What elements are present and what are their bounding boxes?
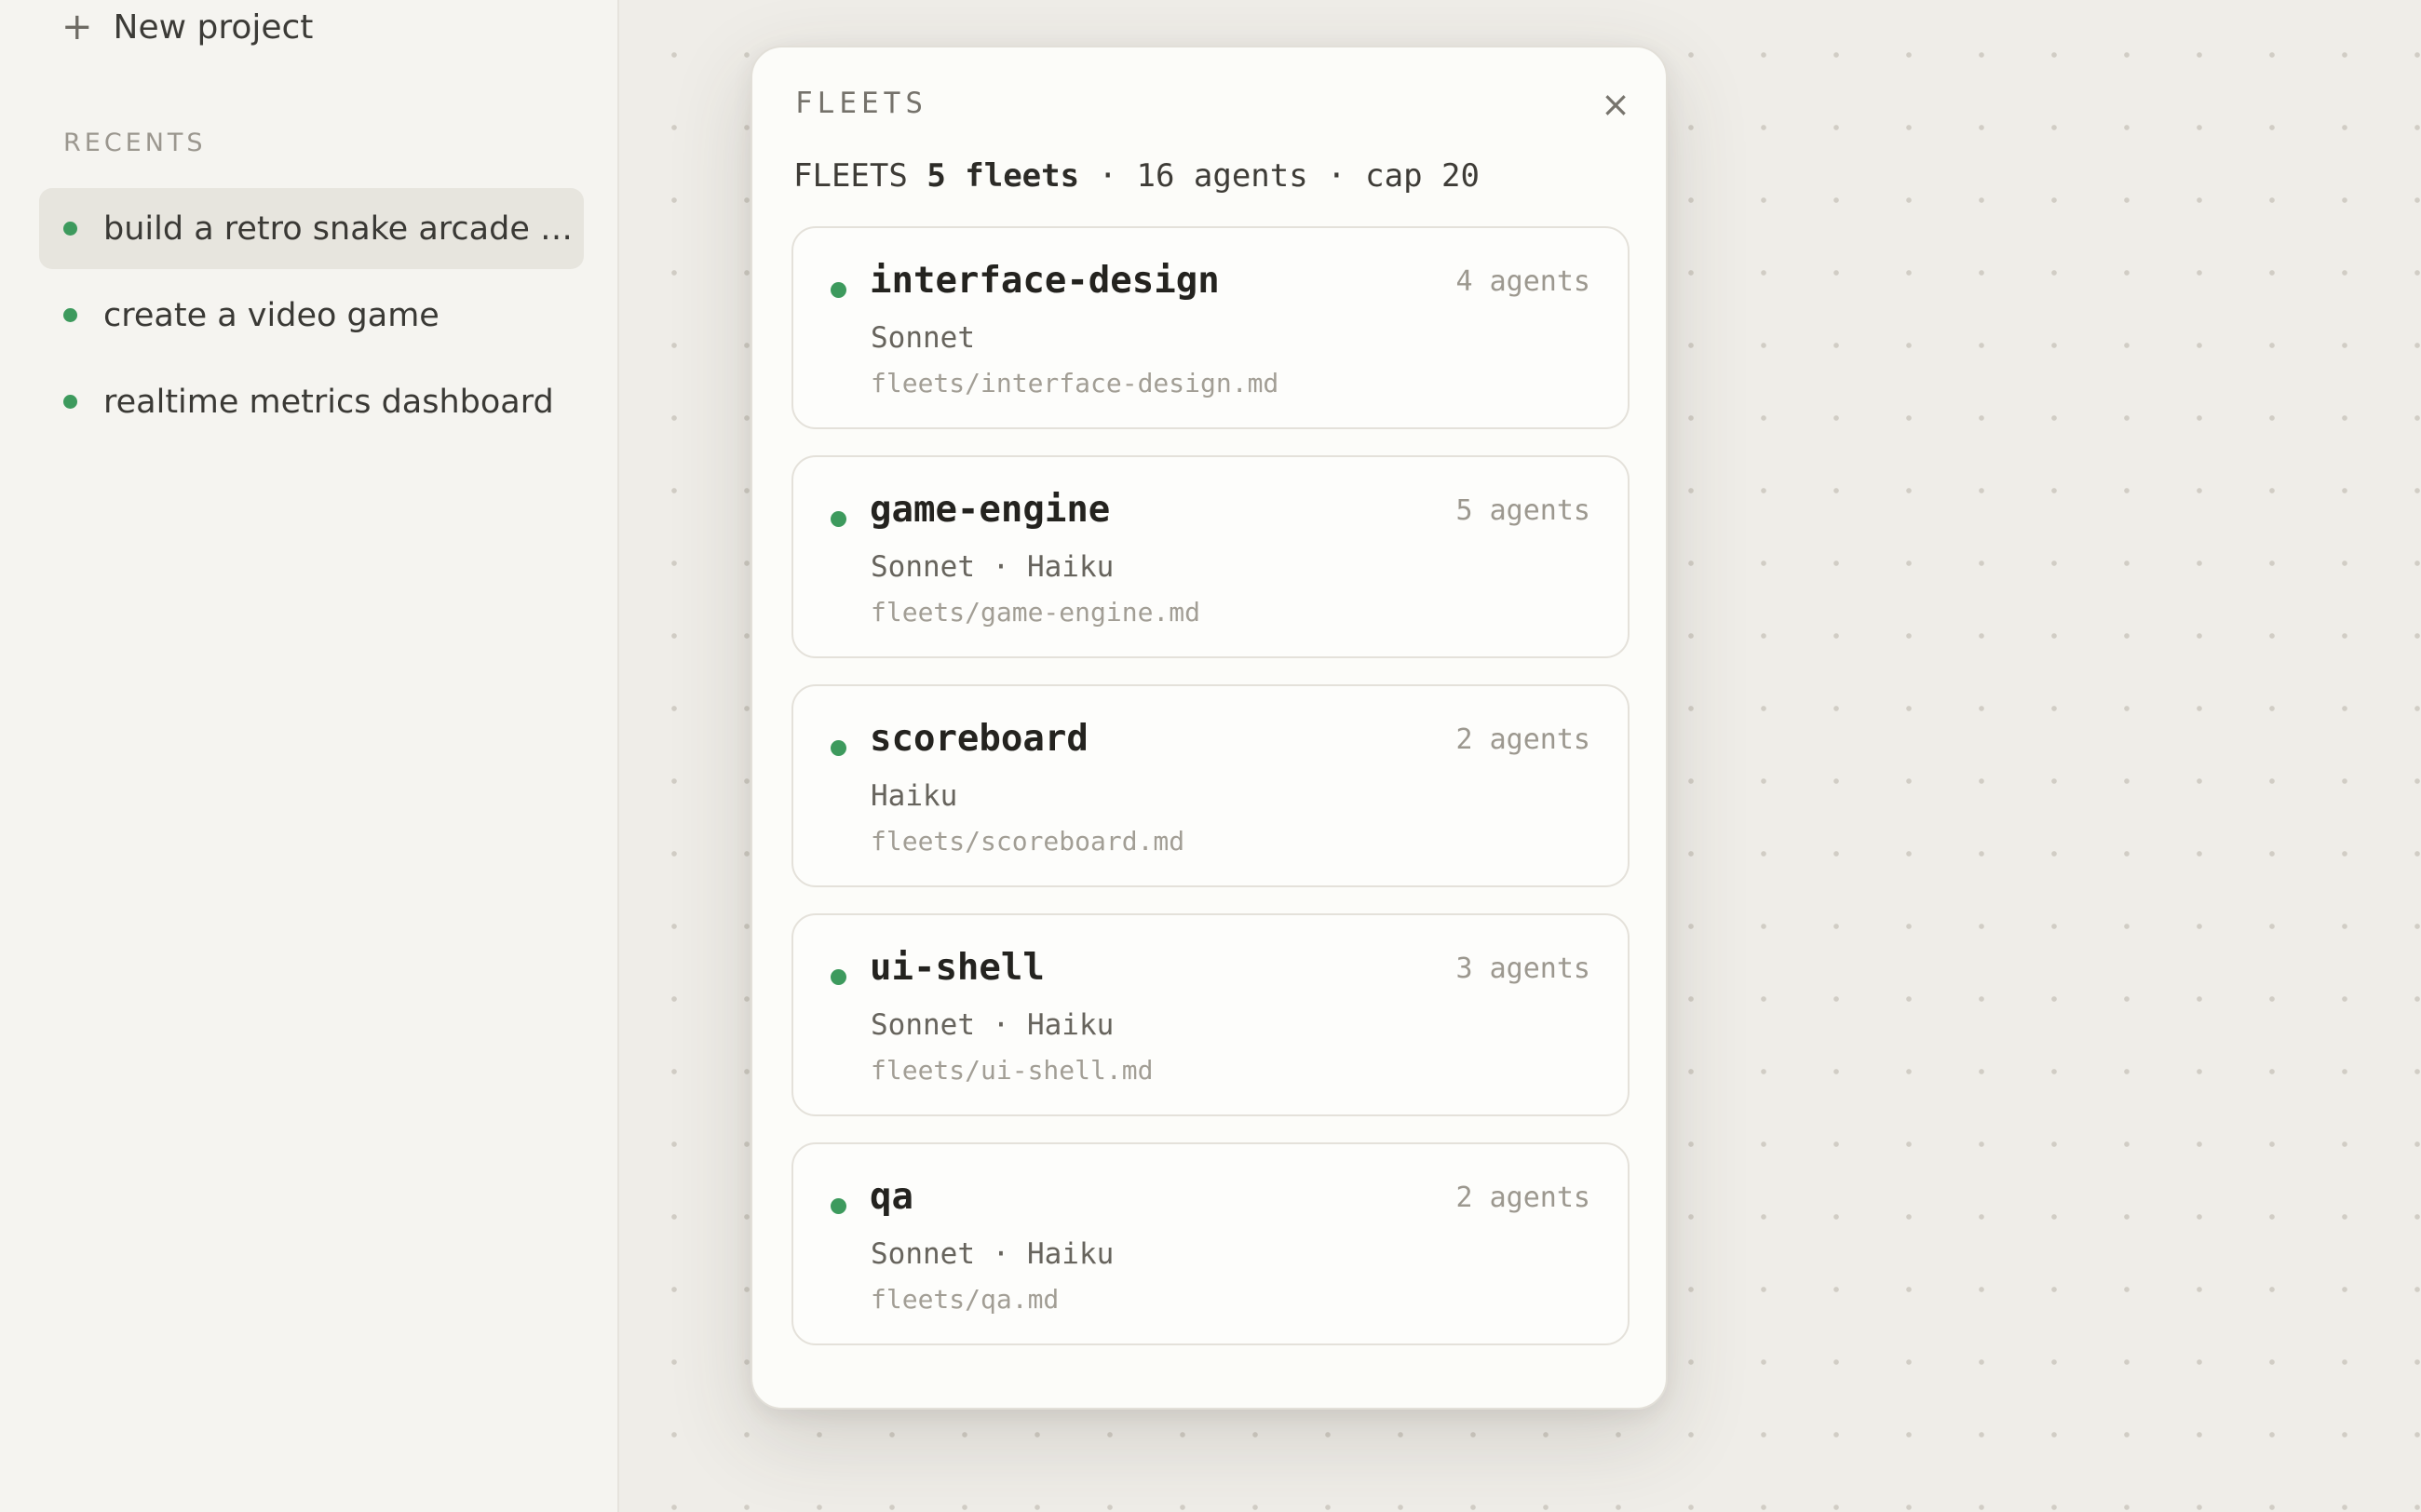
fleet-agent-count: 5 agents <box>1455 494 1591 527</box>
new-project-label: New project <box>113 7 314 47</box>
status-dot-icon <box>831 282 846 298</box>
fleet-path: fleets/qa.md <box>871 1284 1060 1315</box>
recent-item-label: realtime metrics dashboard <box>103 383 554 421</box>
recent-item[interactable]: create a video game <box>39 275 584 356</box>
recent-item[interactable]: realtime metrics dashboard <box>39 361 584 442</box>
status-dot-icon <box>63 395 77 409</box>
fleet-card[interactable]: ui-shell 3 agents Sonnet · Haiku fleets/… <box>791 913 1630 1116</box>
fleet-models: Haiku <box>871 779 958 813</box>
fleet-agent-count: 3 agents <box>1455 952 1591 985</box>
summary-fleet-count: 5 fleets <box>926 157 1080 195</box>
fleet-card[interactable]: scoreboard 2 agents Haiku fleets/scorebo… <box>791 684 1630 887</box>
fleet-models: Sonnet <box>871 321 975 355</box>
recent-item[interactable]: build a retro snake arcade g... <box>39 188 584 269</box>
fleets-summary: FLEETS 5 fleets · 16 agents · cap 20 <box>793 157 1480 195</box>
fleet-name: scoreboard <box>870 718 1089 760</box>
fleet-name: game-engine <box>870 489 1111 531</box>
fleet-models: Sonnet · Haiku <box>871 1237 1115 1271</box>
plus-icon: + <box>61 6 93 48</box>
status-dot-icon <box>63 308 77 322</box>
fleet-path: fleets/scoreboard.md <box>871 826 1185 857</box>
status-dot-icon <box>831 1198 846 1214</box>
status-dot-icon <box>63 222 77 236</box>
close-icon[interactable]: × <box>1601 87 1630 122</box>
fleet-card[interactable]: game-engine 5 agents Sonnet · Haiku flee… <box>791 455 1630 658</box>
fleets-modal: FLEETS × FLEETS 5 fleets · 16 agents · c… <box>751 46 1668 1410</box>
recents-list: build a retro snake arcade g... create a… <box>39 188 584 448</box>
recent-item-label: build a retro snake arcade g... <box>103 209 584 248</box>
fleet-agent-count: 2 agents <box>1455 723 1591 756</box>
recents-heading: RECENTS <box>63 128 207 157</box>
recent-item-label: create a video game <box>103 296 440 334</box>
fleet-name: interface-design <box>870 260 1220 302</box>
fleet-agent-count: 4 agents <box>1455 265 1591 298</box>
fleet-models: Sonnet · Haiku <box>871 1008 1115 1042</box>
fleet-agent-count: 2 agents <box>1455 1181 1591 1214</box>
status-dot-icon <box>831 511 846 527</box>
modal-title: FLEETS <box>795 87 927 120</box>
new-project-button[interactable]: + New project <box>61 0 313 54</box>
fleet-name: ui-shell <box>870 947 1045 989</box>
fleet-name: qa <box>870 1176 913 1218</box>
summary-details: · 16 agents · cap 20 <box>1079 157 1480 195</box>
fleet-path: fleets/game-engine.md <box>871 597 1201 628</box>
fleet-path: fleets/ui-shell.md <box>871 1055 1154 1086</box>
status-dot-icon <box>831 969 846 985</box>
summary-prefix: FLEETS <box>793 157 908 195</box>
fleet-card[interactable]: qa 2 agents Sonnet · Haiku fleets/qa.md <box>791 1142 1630 1345</box>
fleet-path: fleets/interface-design.md <box>871 368 1279 398</box>
fleet-card[interactable]: interface-design 4 agents Sonnet fleets/… <box>791 226 1630 429</box>
sidebar: + New project RECENTS build a retro snak… <box>0 0 619 1512</box>
status-dot-icon <box>831 740 846 756</box>
fleet-models: Sonnet · Haiku <box>871 550 1115 584</box>
fleet-list: interface-design 4 agents Sonnet fleets/… <box>791 226 1630 1371</box>
